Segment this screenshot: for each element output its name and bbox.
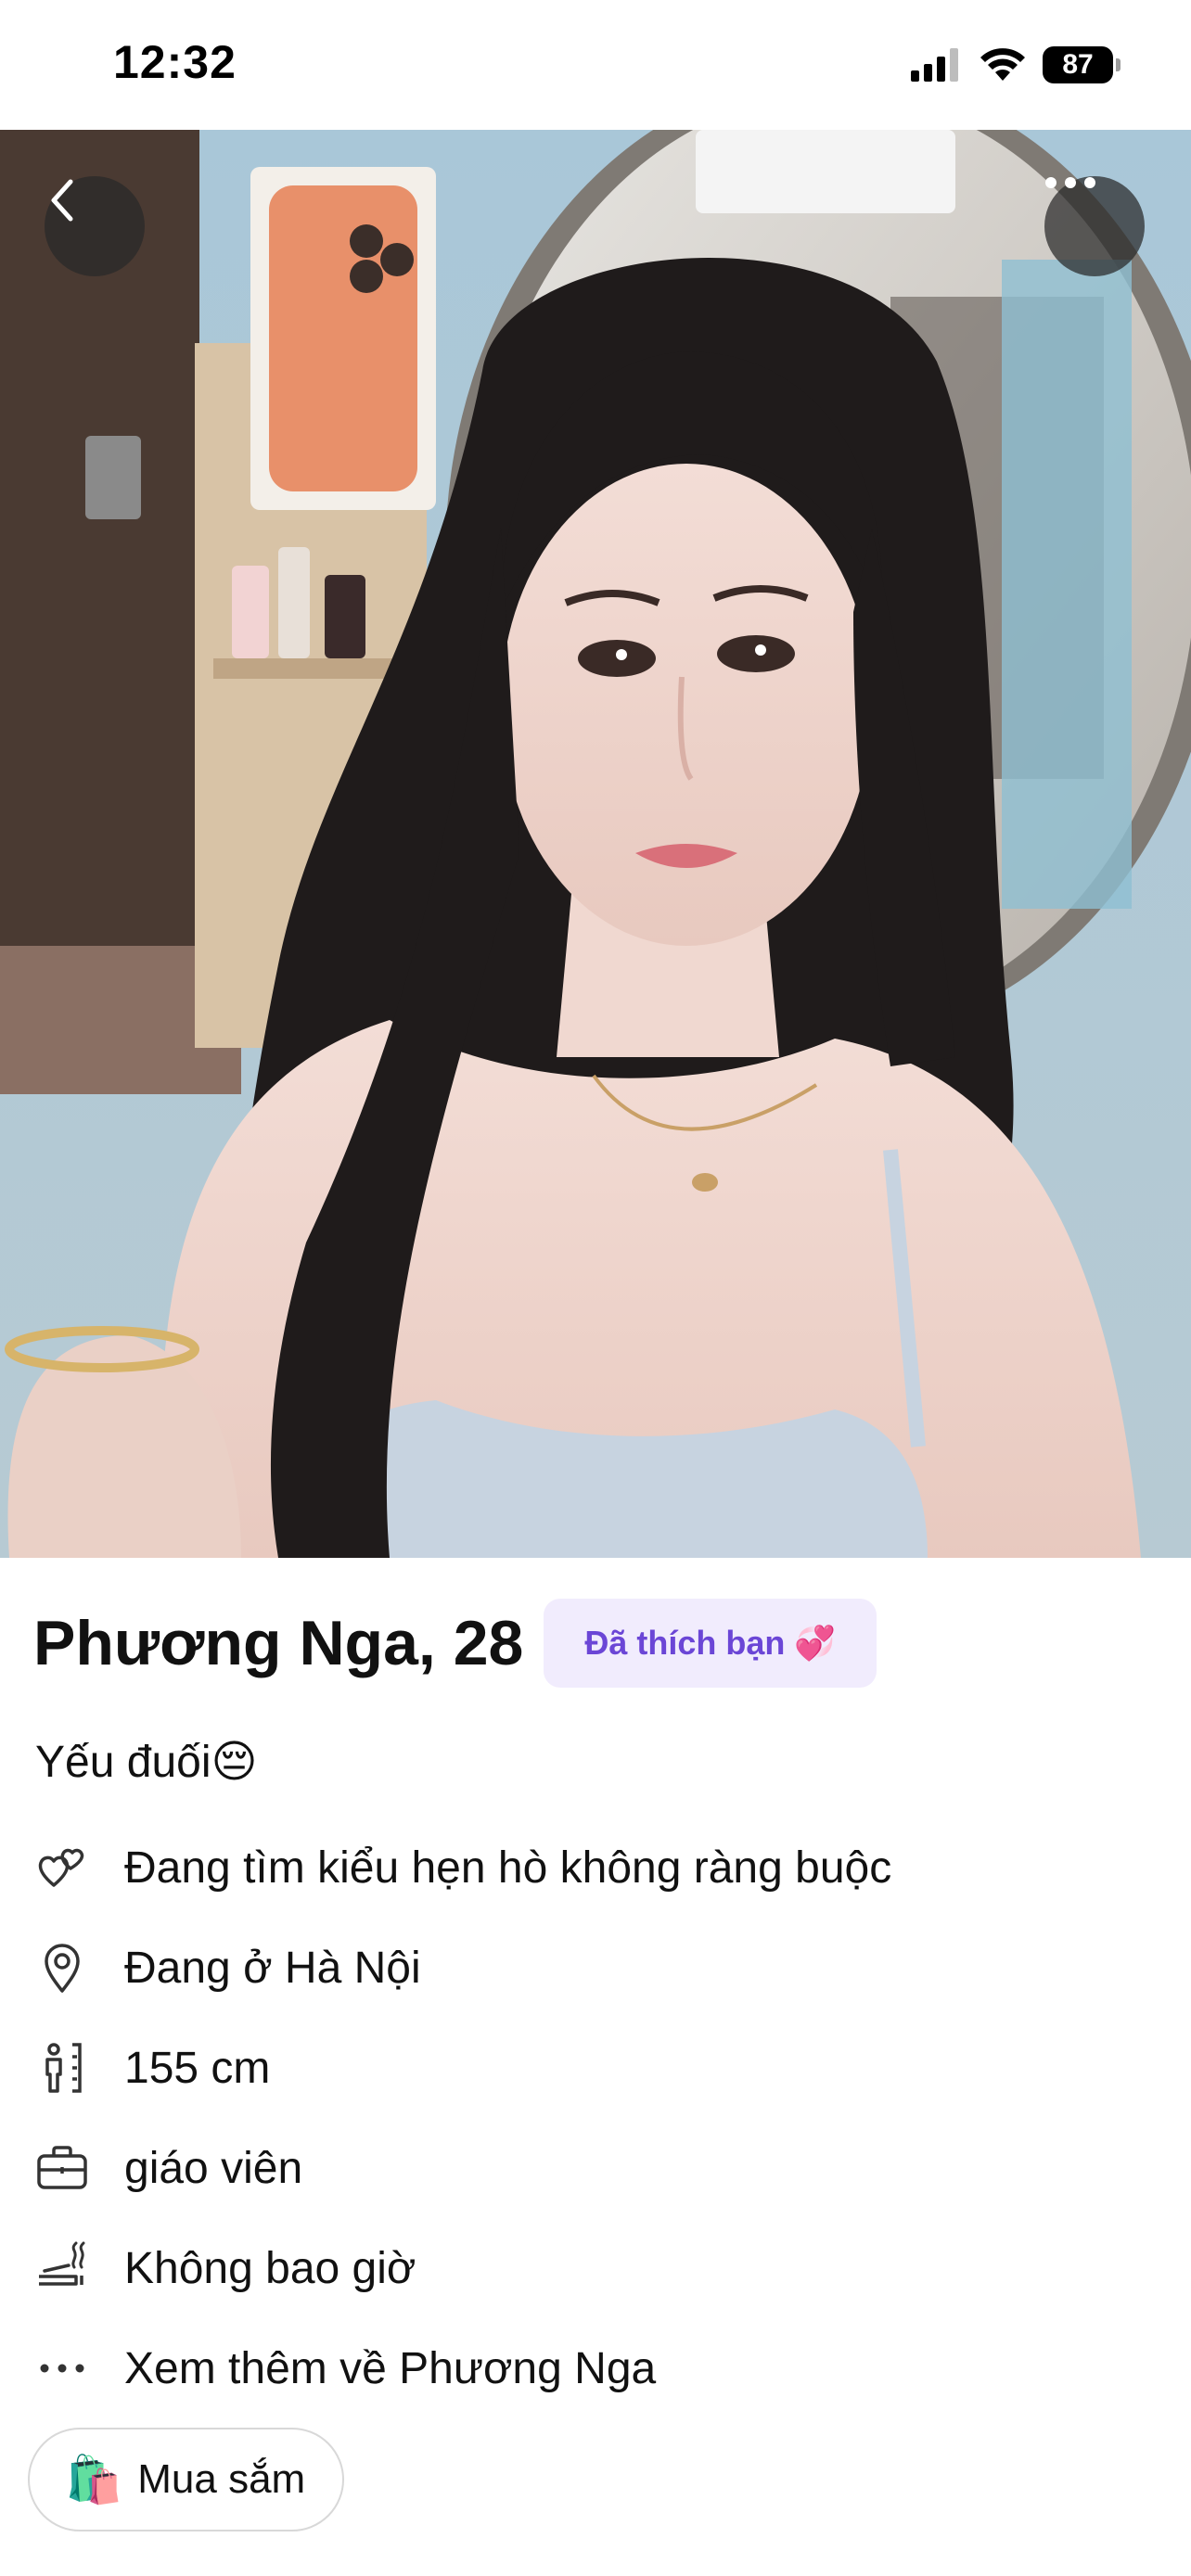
height-icon	[35, 2041, 89, 2095]
detail-text: Không bao giờ	[124, 2243, 416, 2293]
more-dots-icon	[35, 2341, 89, 2395]
detail-text: Đang tìm kiểu hẹn hò không ràng buộc	[124, 1843, 892, 1893]
profile-info: Phương Nga, 28 Đã thích bạn 💞 Yếu đuối😔 …	[0, 1558, 1191, 2576]
detail-list: Đang tìm kiểu hẹn hò không ràng buộc Đan…	[35, 1817, 1148, 2418]
detail-height: 155 cm	[35, 2018, 1148, 2118]
detail-text: 155 cm	[124, 2043, 271, 2093]
chevron-left-icon	[51, 179, 73, 222]
status-icons: 87	[911, 45, 1121, 85]
liked-you-badge: Đã thích bạn 💞	[544, 1599, 877, 1688]
wifi-icon	[980, 48, 1025, 81]
status-bar: 12:32 87	[0, 0, 1191, 130]
see-more-row[interactable]: Xem thêm về Phương Nga	[35, 2318, 1148, 2418]
more-options-button[interactable]	[1044, 176, 1145, 276]
ellipsis-icon	[1045, 177, 1095, 188]
hearts-icon	[35, 1841, 89, 1894]
profile-name-age: Phương Nga, 28	[33, 1608, 524, 1678]
briefcase-icon	[35, 2141, 89, 2195]
smoking-icon	[35, 2241, 89, 2295]
back-button[interactable]	[45, 176, 145, 276]
photo-illustration	[0, 130, 1191, 1558]
profile-photo[interactable]	[0, 130, 1191, 1558]
name-row: Phương Nga, 28 Đã thích bạn 💞	[33, 1599, 877, 1688]
detail-relationship-goal: Đang tìm kiểu hẹn hò không ràng buộc	[35, 1817, 1148, 1918]
detail-text: giáo viên	[124, 2143, 303, 2193]
location-pin-icon	[35, 1941, 89, 1995]
see-more-link[interactable]: Xem thêm về Phương Nga	[124, 2343, 656, 2394]
shop-button-label: Mua sắm	[137, 2456, 306, 2502]
profile-screen: 12:32 87 Phương Nga, 28 Đã thích bạn 💞 Y…	[0, 0, 1191, 2576]
detail-location: Đang ở Hà Nội	[35, 1918, 1148, 2018]
profile-bio: Yếu đuối😔	[35, 1738, 258, 1787]
detail-occupation: giáo viên	[35, 2118, 1148, 2218]
shop-button[interactable]: 🛍️ Mua sắm	[28, 2428, 345, 2531]
cellular-signal-icon	[911, 48, 958, 82]
detail-smoking: Không bao giờ	[35, 2218, 1148, 2318]
detail-text: Đang ở Hà Nội	[124, 1943, 421, 1993]
battery-icon: 87	[1043, 46, 1121, 83]
status-time: 12:32	[113, 36, 237, 88]
shopping-bags-icon: 🛍️	[65, 2454, 123, 2506]
